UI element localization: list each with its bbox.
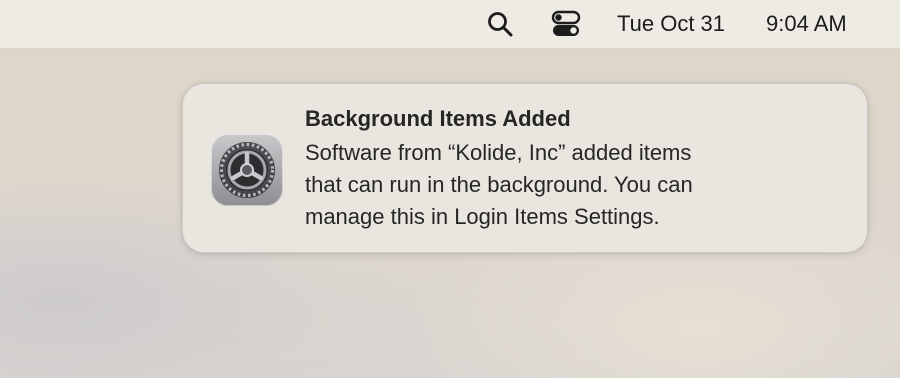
control-center-icon[interactable] [549,9,583,39]
notification-body-line: Software from “Kolide, Inc” added items [305,140,692,165]
notification-title: Background Items Added [305,106,571,131]
notification-body-line: that can run in the background. You can [305,172,693,197]
notification-body-line: manage this in Login Items Settings. [305,204,660,229]
menu-bar-date[interactable]: Tue Oct 31 [617,10,725,38]
system-settings-gear-icon [211,134,283,206]
menu-bar-time[interactable]: 9:04 AM [766,10,847,38]
background-items-notification[interactable]: Background Items Added Software from “Ko… [182,83,868,253]
notification-body: Software from “Kolide, Inc” added items … [305,137,845,233]
menu-bar: Tue Oct 31 9:04 AM [0,0,900,48]
search-icon[interactable] [485,9,515,39]
